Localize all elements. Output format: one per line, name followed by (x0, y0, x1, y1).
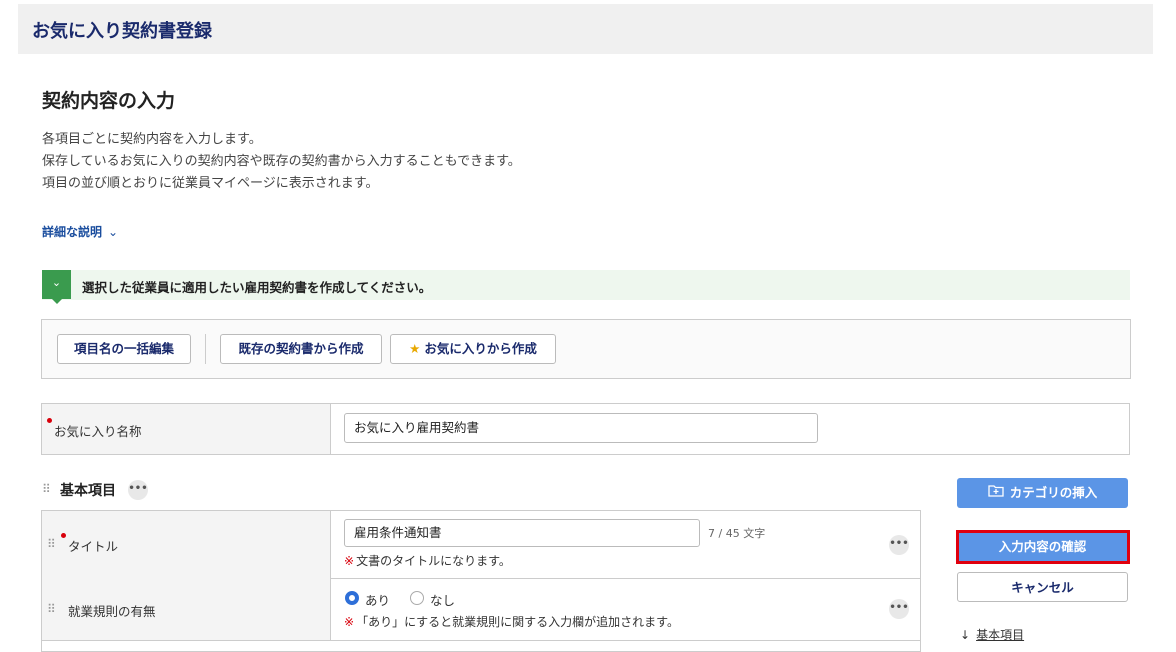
cancel-button[interactable]: キャンセル (957, 572, 1128, 602)
table-row: ⠿ 就業規則の有無 あり なし ※ 「あり」にすると就業規則に関する入力欄が追加さ… (42, 578, 920, 641)
detail-link-label: 詳細な説明 (42, 225, 103, 239)
page-header: お気に入り契約書登録 (18, 4, 1153, 54)
more-options-icon[interactable]: ••• (889, 535, 909, 555)
detail-toggle-link[interactable]: 詳細な説明 ⌄ (42, 223, 118, 240)
favorite-name-label: お気に入り名称 (54, 424, 142, 439)
description-line: 項目の並び順とおりに従業員マイページに表示されます。 (42, 176, 379, 191)
more-options-icon[interactable]: ••• (128, 480, 148, 500)
rules-label: 就業規則の有無 (68, 604, 156, 619)
note-text: 文書のタイトルになります。 (356, 554, 511, 568)
table-row: ⠿ タイトル 雇用条件通知書 7 / 45 文字 ※ 文書のタイトルになります。 … (42, 511, 920, 579)
more-options-icon[interactable]: ••• (889, 599, 909, 619)
note-mark: ※ (344, 615, 355, 629)
page-title: お気に入り契約書登録 (32, 21, 212, 42)
radio-yes-label: あり (365, 593, 391, 608)
favorite-name-row: お気に入り名称 お気に入り雇用契約書 (41, 403, 1130, 455)
chevron-down-icon: ⌄ (51, 276, 62, 289)
title-note: ※ 文書のタイトルになります。 (344, 552, 511, 569)
drag-handle-icon[interactable]: ⠿ (42, 482, 51, 496)
rules-label-cell: ⠿ 就業規則の有無 (42, 578, 331, 640)
notice-toggle[interactable]: ⌄ (42, 270, 71, 304)
from-existing-button[interactable]: 既存の契約書から作成 (220, 334, 382, 364)
radio-no[interactable] (410, 591, 424, 605)
required-indicator (61, 533, 66, 538)
bulk-edit-button[interactable]: 項目名の一括編集 (57, 334, 191, 364)
insert-category-button[interactable]: カテゴリの挿入 (957, 478, 1128, 508)
favorite-name-label-cell: お気に入り名称 (42, 404, 331, 454)
notice-banner: ⌄ 選択した従業員に適用したい雇用契約書を作成してください。 (42, 270, 1130, 304)
favorite-name-input[interactable]: お気に入り雇用契約書 (344, 413, 818, 443)
action-toolbar: 項目名の一括編集 既存の契約書から作成 ★ お気に入りから作成 (41, 319, 1131, 379)
basic-items-table: ⠿ タイトル 雇用条件通知書 7 / 45 文字 ※ 文書のタイトルになります。 … (41, 510, 921, 652)
anchor-label: 基本項目 (976, 628, 1025, 642)
required-indicator (47, 418, 52, 423)
description-line: 各項目ごとに契約内容を入力します。 (42, 132, 262, 147)
rules-note: ※ 「あり」にすると就業規則に関する入力欄が追加されます。 (344, 613, 679, 630)
description-line: 保存しているお気に入りの契約内容や既存の契約書から入力することもできます。 (42, 154, 521, 169)
character-counter: 7 / 45 文字 (708, 527, 766, 540)
drag-handle-icon[interactable]: ⠿ (47, 602, 56, 616)
note-text: 「あり」にすると就業規則に関する入力欄が追加されます。 (356, 615, 679, 629)
from-favorite-label: お気に入りから作成 (424, 341, 537, 356)
radio-no-label: なし (430, 593, 456, 608)
basic-items-anchor-link[interactable]: ↓ 基本項目 (960, 626, 1024, 643)
divider (205, 334, 206, 364)
note-mark: ※ (344, 554, 355, 568)
star-icon: ★ (409, 341, 421, 356)
highlight-box (956, 530, 1130, 564)
title-label-cell: ⠿ タイトル (42, 511, 331, 578)
insert-category-label: カテゴリの挿入 (1009, 485, 1098, 500)
section-title: 契約内容の入力 (42, 90, 176, 112)
arrow-down-icon: ↓ (960, 628, 971, 642)
radio-yes[interactable] (345, 591, 359, 605)
basic-items-title: 基本項目 (60, 483, 116, 499)
notice-text: 選択した従業員に適用したい雇用契約書を作成してください。 (82, 280, 432, 295)
from-favorite-button[interactable]: ★ お気に入りから作成 (390, 334, 556, 364)
folder-plus-icon (988, 478, 1004, 508)
chevron-down-icon: ⌄ (108, 225, 119, 239)
title-input[interactable]: 雇用条件通知書 (344, 519, 700, 547)
title-label: タイトル (68, 539, 119, 554)
drag-handle-icon[interactable]: ⠿ (47, 537, 56, 551)
